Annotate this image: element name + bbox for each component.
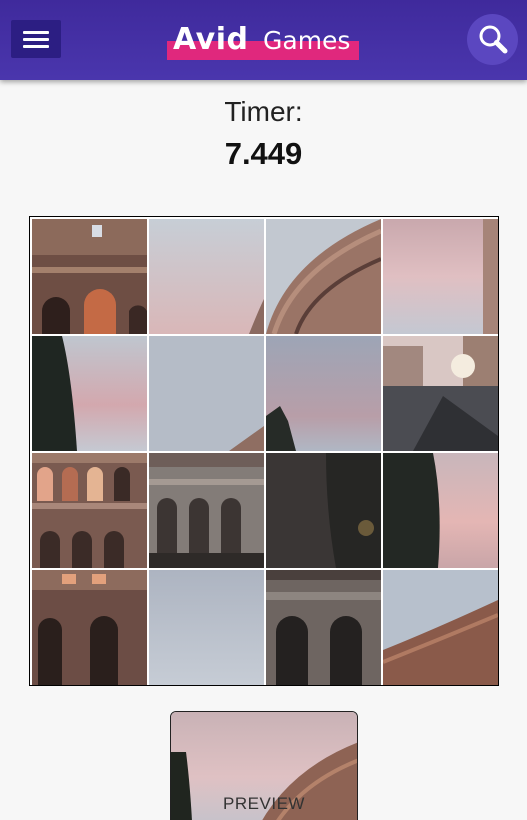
hamburger-menu-icon xyxy=(23,31,49,34)
app-header: Avid Games xyxy=(0,0,527,80)
logo-text-games: Games xyxy=(263,26,351,55)
logo-text-avid: Avid xyxy=(173,22,249,57)
puzzle-tile[interactable] xyxy=(32,219,147,334)
puzzle-tile[interactable] xyxy=(149,570,264,685)
puzzle-tile[interactable] xyxy=(266,336,381,451)
magnifying-glass-icon xyxy=(479,25,508,54)
puzzle-tile[interactable] xyxy=(149,219,264,334)
puzzle-tile[interactable] xyxy=(32,453,147,568)
preview-button[interactable]: PREVIEW xyxy=(170,711,358,820)
puzzle-tile[interactable] xyxy=(383,336,498,451)
puzzle-tile[interactable] xyxy=(266,219,381,334)
puzzle-tile[interactable] xyxy=(383,219,498,334)
puzzle-tile[interactable] xyxy=(149,336,264,451)
timer-value: 7.449 xyxy=(224,136,303,171)
menu-button[interactable] xyxy=(11,20,61,58)
timer-label: Timer: xyxy=(224,96,303,127)
puzzle-tile[interactable] xyxy=(266,453,381,568)
puzzle-tile[interactable] xyxy=(32,336,147,451)
puzzle-tile[interactable] xyxy=(383,570,498,685)
search-button[interactable] xyxy=(467,14,518,65)
puzzle-board xyxy=(29,216,499,686)
avid-games-logo[interactable]: Avid Games xyxy=(167,22,359,60)
preview-label: PREVIEW xyxy=(223,794,305,813)
puzzle-tile[interactable] xyxy=(149,453,264,568)
puzzle-tile[interactable] xyxy=(266,570,381,685)
puzzle-tile[interactable] xyxy=(32,570,147,685)
puzzle-tile[interactable] xyxy=(383,453,498,568)
